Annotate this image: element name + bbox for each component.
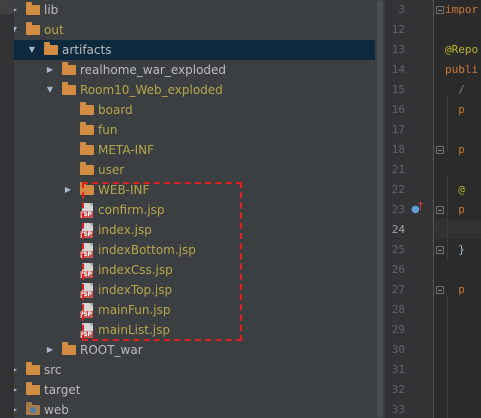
expand-arrow-right-icon[interactable]: ▶	[62, 180, 74, 200]
expand-arrow-down-icon[interactable]: ▼	[44, 80, 56, 100]
folder-icon	[62, 82, 76, 95]
line-number: 12	[391, 23, 405, 36]
current-line-highlight	[434, 219, 481, 239]
tree-item-label: src	[44, 363, 62, 377]
tree-item-out[interactable]: ▼ out	[14, 20, 375, 40]
code-editor[interactable]: 3 impor 12 13 @Repo 14 publi 15 /16 p 17 18 p 21 22…	[385, 0, 481, 418]
tree-item-root-war[interactable]: ▶ ROOT_war	[14, 340, 375, 360]
code-line[interactable]: @Repo	[445, 40, 478, 60]
fold-toggle-icon[interactable]	[436, 286, 444, 294]
gutter-separator	[433, 0, 434, 418]
web-module-folder-icon	[26, 402, 40, 415]
line-number: 3	[398, 3, 405, 16]
line-number: 31	[391, 363, 405, 376]
expand-arrow-right-icon[interactable]: ▶	[14, 360, 20, 380]
highlight-annotation-box	[82, 182, 242, 341]
line-number: 27	[391, 283, 405, 296]
line-number: 26	[391, 263, 405, 276]
tree-item-label: realhome_war_exploded	[80, 63, 227, 77]
code-token: publi	[445, 63, 479, 76]
tree-item-label: Room10_Web_exploded	[80, 83, 223, 97]
tree-item-label: artifacts	[62, 43, 112, 57]
folder-icon	[80, 102, 94, 115]
tree-item-fun[interactable]: fun	[14, 120, 375, 140]
tree-item-label: fun	[98, 123, 118, 137]
line-number: 23	[391, 203, 405, 216]
line-number: 17	[391, 123, 405, 136]
folder-icon	[62, 342, 76, 355]
expand-arrow-right-icon[interactable]: ▶	[14, 380, 20, 400]
code-token: @Repo	[445, 43, 479, 56]
tree-item-label: board	[98, 103, 133, 117]
implements-icon[interactable]: ● ↑	[411, 200, 425, 220]
code-line[interactable]: impor	[445, 0, 478, 20]
tool-window-strip	[0, 0, 15, 418]
folder-icon	[26, 22, 40, 35]
line-number: 16	[391, 103, 405, 116]
line-number: 25	[391, 243, 405, 256]
tree-item-label: ROOT_war	[80, 343, 143, 357]
project-tree-scrollbar[interactable]	[375, 0, 385, 418]
line-number: 29	[391, 323, 405, 336]
line-number: 15	[391, 83, 405, 96]
folder-icon	[80, 162, 94, 175]
code-line[interactable]: publi	[445, 60, 478, 80]
folder-icon	[62, 62, 76, 75]
expand-arrow-right-icon[interactable]: ▶	[14, 400, 20, 418]
expand-arrow-down-icon[interactable]: ▼	[14, 20, 20, 40]
tree-item-label: target	[44, 383, 81, 397]
code-token: impor	[445, 3, 479, 16]
tree-item-target[interactable]: ▶ target	[14, 380, 375, 400]
indent-guide	[447, 96, 448, 152]
fold-toggle-icon[interactable]	[436, 246, 444, 254]
line-number: 21	[391, 163, 405, 176]
line-number: 22	[391, 183, 405, 196]
expand-arrow-right-icon[interactable]: ▶	[14, 0, 20, 20]
tree-item-label: user	[98, 163, 125, 177]
line-number: 30	[391, 343, 405, 356]
folder-icon	[26, 362, 40, 375]
expand-arrow-right-icon[interactable]: ▶	[44, 60, 56, 80]
tree-item-label: web	[44, 403, 69, 417]
tree-item-board[interactable]: board	[14, 100, 375, 120]
folder-icon	[80, 142, 94, 155]
folder-icon	[26, 382, 40, 395]
line-number: 14	[391, 63, 405, 76]
tree-item-artifacts[interactable]: ▼ artifacts	[14, 40, 375, 60]
line-number: 33	[391, 403, 405, 416]
line-number: 32	[391, 383, 405, 396]
tree-item-src[interactable]: ▶ src	[14, 360, 375, 380]
tree-item-web[interactable]: ▶ web	[14, 400, 375, 418]
tree-item-label: out	[44, 23, 64, 37]
folder-icon	[26, 2, 40, 15]
fold-toggle-icon[interactable]	[436, 6, 444, 14]
code-token: /	[445, 83, 465, 96]
fold-toggle-icon[interactable]	[436, 146, 444, 154]
folder-icon	[44, 42, 58, 55]
tree-item-room10-web-exploded[interactable]: ▼ Room10_Web_exploded	[14, 80, 375, 100]
tree-item-user[interactable]: user	[14, 160, 375, 180]
indent-guide	[447, 296, 448, 418]
line-number: 18	[391, 143, 405, 156]
tree-item-label: META-INF	[98, 143, 155, 157]
expand-arrow-right-icon[interactable]: ▶	[44, 340, 56, 360]
tree-item-lib[interactable]: ▶ lib	[14, 0, 375, 20]
scrollbar-thumb[interactable]	[377, 0, 383, 418]
tree-item-realhome-war-exploded[interactable]: ▶ realhome_war_exploded	[14, 60, 375, 80]
folder-icon	[80, 122, 94, 135]
line-number: 28	[391, 303, 405, 316]
tree-item-label: lib	[44, 3, 59, 17]
line-number: 13	[391, 43, 405, 56]
code-token: p	[445, 283, 465, 296]
tool-window-marker	[0, 0, 14, 14]
expand-arrow-down-icon[interactable]: ▼	[26, 40, 38, 60]
indent-guide	[447, 176, 448, 260]
tree-item-meta-inf[interactable]: META-INF	[14, 140, 375, 160]
line-number: 24	[391, 223, 405, 236]
fold-toggle-icon[interactable]	[436, 206, 444, 214]
